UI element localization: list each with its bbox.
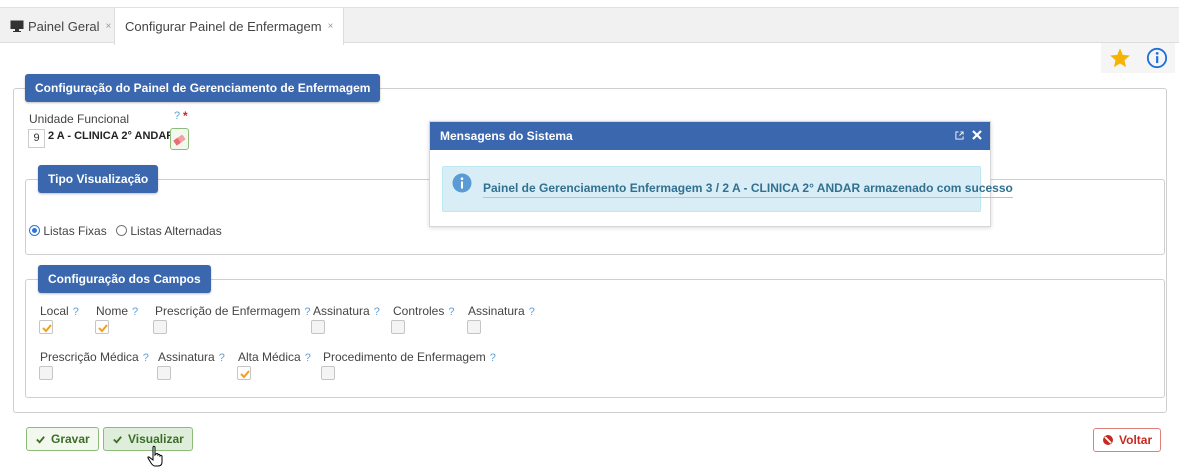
check-icon bbox=[240, 370, 250, 379]
monitor-icon bbox=[10, 20, 24, 32]
campos-panel bbox=[25, 279, 1165, 398]
field-controles: Controles? bbox=[393, 304, 454, 318]
checkbox-alta-medica[interactable] bbox=[237, 366, 251, 380]
field-alta-medica: Alta Médica? bbox=[238, 350, 311, 364]
check-icon bbox=[42, 324, 52, 333]
check-icon bbox=[113, 435, 122, 444]
field-label: Prescrição de Enfermagem bbox=[155, 304, 301, 318]
field-assinatura-1: Assinatura? bbox=[313, 304, 380, 318]
success-alert: Painel de Gerenciamento Enfermagem 3 / 2… bbox=[442, 166, 1013, 212]
field-label: Procedimento de Enfermagem bbox=[323, 350, 486, 364]
tab-label: Configurar Painel de Enfermagem bbox=[125, 19, 322, 34]
field-label: Nome bbox=[96, 304, 129, 318]
checkbox-assinatura-3[interactable] bbox=[157, 366, 171, 380]
field-assinatura-3: Assinatura? bbox=[158, 350, 225, 364]
popout-icon[interactable] bbox=[955, 131, 964, 140]
field-prescricao-medica: Prescrição Médica? bbox=[40, 350, 149, 364]
field-label: Assinatura bbox=[158, 350, 215, 364]
button-label: Voltar bbox=[1119, 433, 1153, 447]
checkbox-prescricao-medica[interactable] bbox=[39, 366, 53, 380]
field-label: Alta Médica bbox=[238, 350, 301, 364]
help-icon[interactable]: ? bbox=[174, 110, 180, 122]
campos-title: Configuração dos Campos bbox=[38, 265, 211, 293]
help-icon[interactable]: ? bbox=[132, 306, 138, 318]
tab-configurar-painel[interactable]: Configurar Painel de Enfermagem × bbox=[114, 8, 345, 45]
field-label: Assinatura bbox=[468, 304, 525, 318]
toolbar-icons bbox=[1101, 43, 1175, 73]
radio-unselected-icon[interactable] bbox=[116, 225, 127, 236]
star-icon[interactable] bbox=[1109, 47, 1131, 69]
tab-label: Painel Geral bbox=[28, 18, 100, 34]
help-icon[interactable]: ? bbox=[374, 306, 380, 318]
field-label: Prescrição Médica bbox=[40, 350, 139, 364]
field-label: Local bbox=[40, 304, 69, 318]
unidade-label-text: Unidade Funcional bbox=[29, 112, 130, 126]
radio-selected-icon[interactable] bbox=[29, 225, 40, 236]
dialog-header: Mensagens do Sistema bbox=[430, 122, 990, 150]
tab-painel-geral[interactable]: Painel Geral × bbox=[0, 8, 123, 44]
button-label: Visualizar bbox=[128, 432, 184, 446]
help-icon[interactable]: ? bbox=[143, 352, 149, 364]
field-local: Local? bbox=[40, 304, 79, 318]
radio-label: Listas Fixas bbox=[43, 224, 107, 238]
help-icon[interactable]: ? bbox=[304, 306, 310, 318]
checkbox-procedimento-enfermagem[interactable] bbox=[321, 366, 335, 380]
tab-bar: Painel Geral × Configurar Painel de Enfe… bbox=[0, 7, 1179, 45]
button-label: Gravar bbox=[51, 432, 90, 446]
checkbox-nome[interactable] bbox=[95, 320, 109, 334]
unidade-code-field[interactable]: 9 bbox=[28, 129, 45, 148]
config-panel-title: Configuração do Painel de Gerenciamento … bbox=[25, 74, 381, 102]
help-icon[interactable]: ? bbox=[73, 306, 79, 318]
field-procedimento-enfermagem: Procedimento de Enfermagem? bbox=[323, 350, 496, 364]
close-icon[interactable]: × bbox=[106, 21, 112, 32]
eraser-button[interactable] bbox=[170, 128, 189, 150]
help-icon[interactable]: ? bbox=[529, 306, 535, 318]
radio-listas-fixas[interactable]: Listas Fixas bbox=[29, 224, 107, 238]
checkbox-assinatura-2[interactable] bbox=[467, 320, 481, 334]
alert-message: Painel de Gerenciamento Enfermagem 3 / 2… bbox=[483, 181, 1013, 198]
voltar-button[interactable]: Voltar bbox=[1093, 428, 1162, 452]
check-icon bbox=[36, 435, 45, 444]
radio-listas-alternadas[interactable]: Listas Alternadas bbox=[116, 224, 222, 238]
help-icon[interactable]: ? bbox=[305, 352, 311, 364]
radio-label: Listas Alternadas bbox=[130, 224, 222, 238]
hand-cursor-icon bbox=[147, 445, 163, 467]
checkbox-prescricao-enfermagem[interactable] bbox=[153, 320, 167, 334]
help-icon[interactable]: ? bbox=[448, 306, 454, 318]
gravar-button[interactable]: Gravar bbox=[26, 427, 99, 451]
field-label: Controles bbox=[393, 304, 445, 318]
system-messages-dialog: Mensagens do Sistema Painel de Gerenciam… bbox=[429, 121, 1013, 227]
required-icon: * bbox=[183, 109, 188, 123]
help-icon[interactable]: ? bbox=[490, 352, 496, 364]
checkbox-assinatura-1[interactable] bbox=[311, 320, 325, 334]
help-icon[interactable]: ? bbox=[219, 352, 225, 364]
info-icon[interactable] bbox=[1146, 47, 1168, 69]
field-nome: Nome? bbox=[96, 304, 138, 318]
check-icon bbox=[98, 324, 108, 333]
close-icon[interactable] bbox=[972, 130, 982, 140]
checkbox-controles[interactable] bbox=[391, 320, 405, 334]
field-assinatura-2: Assinatura? bbox=[468, 304, 535, 318]
tipo-visualizacao-title: Tipo Visualização bbox=[38, 165, 159, 193]
dialog-title: Mensagens do Sistema bbox=[440, 129, 573, 143]
unidade-funcional-label: Unidade Funcional bbox=[29, 112, 129, 126]
checkbox-local[interactable] bbox=[39, 320, 53, 334]
field-label: Assinatura bbox=[313, 304, 370, 318]
unidade-name: 2 A - CLINICA 2° ANDAR bbox=[48, 130, 175, 142]
ban-icon bbox=[1103, 435, 1113, 445]
info-circle-icon bbox=[452, 173, 472, 193]
eraser-icon bbox=[173, 134, 186, 146]
close-icon[interactable]: × bbox=[328, 21, 334, 32]
field-prescricao-enfermagem: Prescrição de Enfermagem? bbox=[155, 304, 311, 318]
